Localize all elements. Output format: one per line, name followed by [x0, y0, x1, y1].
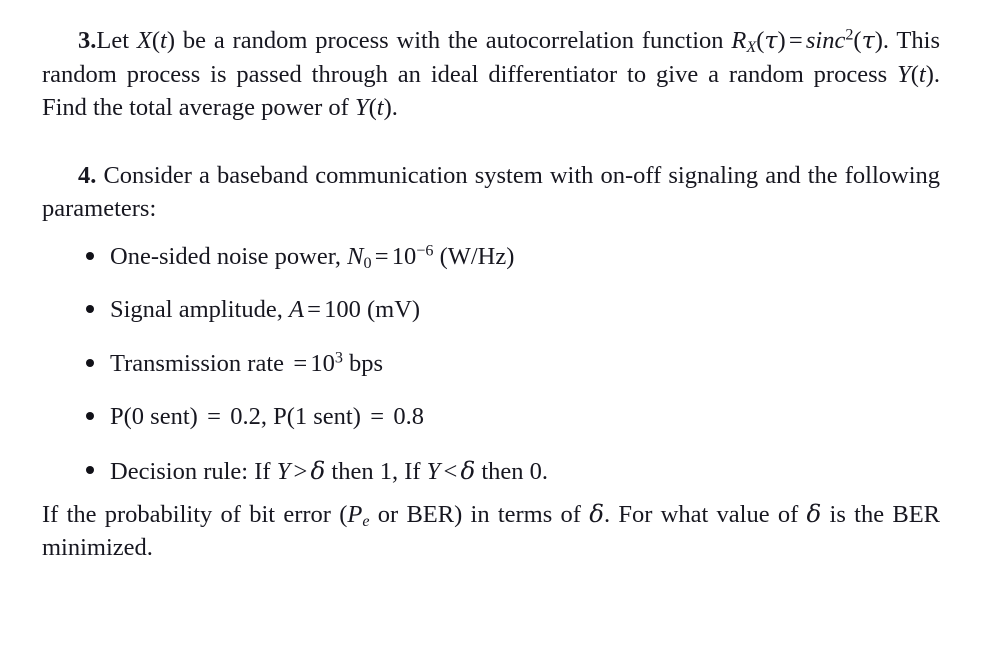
closing-paragraph: If the probability of bit error (Pe or B…: [42, 497, 940, 565]
transmission-rate-base: 10: [310, 349, 335, 377]
problem-3-text-a: Let: [96, 27, 137, 54]
math-var-N: N: [347, 242, 364, 270]
math-var-t-2: t: [918, 60, 926, 88]
paren-open-4: (: [910, 60, 919, 88]
bullet-icon: [86, 412, 94, 420]
closing-text-a: If the probability of bit error (: [42, 500, 348, 528]
list-item-noise-power: One-sided noise power, N0 = 10−6 (W/Hz): [42, 241, 940, 272]
math-equals-prior-0: =: [207, 403, 221, 430]
math-var-t-3: t: [376, 94, 384, 121]
bullet-icon: [86, 465, 94, 474]
parameters-list: One-sided noise power, N0 = 10−6 (W/Hz) Si…: [42, 241, 940, 487]
math-var-A: A: [288, 296, 304, 323]
math-equals-N0: =: [374, 242, 389, 270]
list-spacer-bottom: [42, 487, 940, 497]
prior-one-value: 0.8: [387, 403, 424, 430]
math-equals-1: =: [788, 27, 803, 54]
noise-power-label: One-sided noise power,: [110, 242, 348, 270]
decision-rule-post: then 0.: [475, 457, 549, 485]
math-less-than: <: [443, 457, 458, 485]
math-var-X: X: [136, 27, 152, 54]
list-item-decision-rule: Decision rule: If Y > δ then 1, If Y < δ the…: [42, 455, 940, 487]
problem-3-text-e: .: [391, 94, 398, 121]
problem-4-paragraph: 4. Consider a baseband communication sys…: [42, 159, 940, 226]
math-equals-prior-1: =: [370, 403, 385, 430]
decision-rule-mid: then 1, If: [325, 457, 427, 485]
closing-text-c: . For what value of: [603, 500, 807, 528]
paren-close-2: ): [777, 27, 786, 54]
signal-amplitude-label: Signal amplitude,: [110, 296, 289, 323]
prior-zero-label: P(0 sent): [110, 403, 204, 430]
list-item-transmission-rate: Transmission rate = 103 bps: [42, 348, 940, 379]
problem-3-number: 3.: [78, 27, 97, 54]
transmission-rate-label: Transmission rate: [110, 349, 291, 377]
math-delta-1: δ: [310, 455, 326, 485]
signal-amplitude-value: 100: [324, 296, 361, 323]
list-item-signal-amplitude: Signal amplitude, A = 100 (mV): [42, 294, 940, 325]
math-delta-3: δ: [589, 498, 604, 528]
closing-text-b: or BER) in terms of: [369, 500, 590, 528]
math-greater-than: >: [293, 457, 308, 485]
math-var-Y-2: Y: [354, 94, 369, 121]
problem-3-paragraph: 3.Let X(t) be a random process with the …: [42, 24, 940, 125]
bullet-icon: [86, 251, 94, 260]
paren-open-5: (: [368, 94, 377, 121]
math-sinc: sinc: [805, 27, 846, 54]
problem-4-number: 4.: [78, 161, 97, 189]
math-var-Y-1: Y: [897, 60, 911, 88]
prior-zero-value: 0.2, P(1 sent): [224, 403, 368, 430]
list-item-priors: P(0 sent) = 0.2, P(1 sent) = 0.8: [42, 401, 940, 432]
noise-power-exponent: −6: [416, 242, 434, 260]
math-equals-A: =: [307, 296, 321, 323]
paren-open-3: (: [853, 27, 862, 54]
math-var-R: R: [731, 27, 747, 54]
math-var-t-1: t: [160, 27, 167, 54]
math-sub-zero: 0: [363, 254, 372, 272]
paren-close-5: ): [383, 94, 392, 121]
math-equals-rate: =: [293, 349, 308, 377]
paragraph-spacer-1: [42, 125, 940, 159]
math-var-Y-gt: Y: [276, 457, 291, 485]
signal-amplitude-units: (mV): [366, 296, 421, 323]
problem-4-intro: Consider a baseband communication system…: [42, 161, 941, 223]
math-var-Y-lt: Y: [426, 457, 441, 485]
paren-open-1: (: [151, 27, 161, 54]
math-tau-1: τ: [764, 26, 778, 54]
transmission-rate-exponent: 3: [334, 349, 343, 367]
problem-3-text-b: be a random process with the autocorrela…: [175, 27, 732, 54]
transmission-rate-units: bps: [349, 349, 384, 377]
document-page: 3.Let X(t) be a random process with the …: [0, 0, 991, 645]
math-var-P: P: [347, 500, 363, 528]
paren-close-3: ): [874, 27, 883, 54]
math-tau-2: τ: [861, 26, 875, 54]
bullet-icon: [86, 358, 94, 367]
math-sub-X: X: [746, 39, 757, 57]
paren-close-1: ): [166, 27, 175, 54]
decision-rule-label: Decision rule: If: [110, 457, 277, 485]
math-sub-e: e: [362, 512, 370, 530]
bullet-icon: [86, 305, 94, 313]
math-delta-4: δ: [806, 498, 822, 528]
math-delta-2: δ: [460, 455, 476, 485]
noise-power-base: 10: [391, 242, 417, 270]
paren-close-4: ): [925, 60, 934, 88]
list-spacer-top: [42, 226, 940, 241]
noise-power-units: (W/Hz): [439, 242, 515, 270]
document-body: 3.Let X(t) be a random process with the …: [42, 24, 940, 565]
